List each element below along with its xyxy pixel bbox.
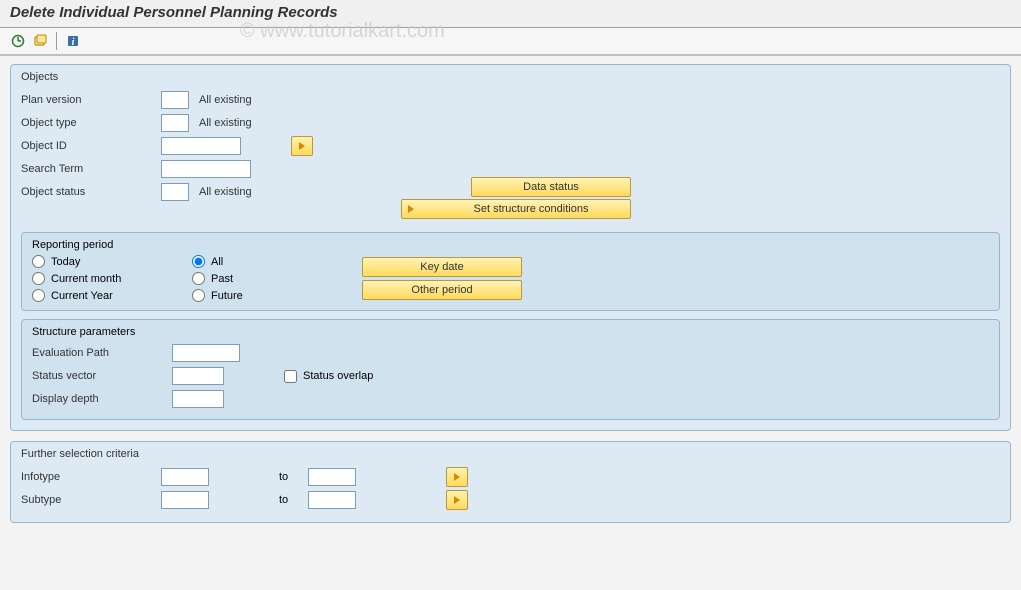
further-selection-group: Further selection criteria Infotype to S… (10, 441, 1011, 523)
objects-group: Objects Plan version All existing Object… (10, 64, 1011, 431)
object-status-input[interactable] (161, 183, 189, 201)
svg-text:i: i (72, 37, 75, 48)
object-id-label: Object ID (21, 140, 161, 152)
plan-version-input[interactable] (161, 91, 189, 109)
data-status-button[interactable]: Data status (471, 177, 631, 197)
status-overlap-checkbox[interactable]: Status overlap (284, 370, 373, 383)
toolbar: i (0, 28, 1021, 56)
plan-version-after: All existing (199, 94, 252, 106)
radio-all[interactable]: All (192, 255, 332, 268)
to-label-2: to (279, 494, 288, 506)
current-year-label: Current Year (51, 290, 113, 302)
object-id-input[interactable] (161, 137, 241, 155)
object-type-input[interactable] (161, 114, 189, 132)
arrow-right-icon (299, 142, 305, 150)
set-structure-label: Set structure conditions (432, 203, 630, 215)
toolbar-separator (56, 32, 57, 50)
set-structure-conditions-button[interactable]: Set structure conditions (401, 199, 631, 219)
object-status-label: Object status (21, 186, 161, 198)
all-label: All (211, 256, 223, 268)
key-date-label: Key date (420, 261, 463, 273)
object-status-after: All existing (199, 186, 252, 198)
search-term-input[interactable] (161, 160, 251, 178)
evaluation-path-label: Evaluation Path (32, 347, 172, 359)
radio-future[interactable]: Future (192, 289, 332, 302)
object-type-after: All existing (199, 117, 252, 129)
info-button[interactable]: i (63, 31, 83, 51)
reporting-period-group: Reporting period Today All Key date Othe… (21, 232, 1000, 311)
execute-button[interactable] (8, 31, 28, 51)
page-title: Delete Individual Personnel Planning Rec… (0, 0, 1021, 28)
current-month-label: Current month (51, 273, 121, 285)
reporting-period-title: Reporting period (32, 239, 989, 251)
data-status-label: Data status (523, 181, 579, 193)
radio-past[interactable]: Past (192, 272, 332, 285)
object-type-label: Object type (21, 117, 161, 129)
subtype-from-input[interactable] (161, 491, 209, 509)
other-period-button[interactable]: Other period (362, 280, 522, 300)
object-id-multiselect-button[interactable] (291, 136, 313, 156)
variant-button[interactable] (30, 31, 50, 51)
radio-current-month[interactable]: Current month (32, 272, 192, 285)
display-depth-label: Display depth (32, 393, 172, 405)
infotype-to-input[interactable] (308, 468, 356, 486)
past-label: Past (211, 273, 233, 285)
status-vector-label: Status vector (32, 370, 172, 382)
arrow-right-icon (408, 205, 414, 213)
display-depth-input[interactable] (172, 390, 224, 408)
radio-today[interactable]: Today (32, 255, 192, 268)
future-label: Future (211, 290, 243, 302)
status-vector-input[interactable] (172, 367, 224, 385)
arrow-right-icon (454, 473, 460, 481)
infotype-from-input[interactable] (161, 468, 209, 486)
other-period-label: Other period (411, 284, 472, 296)
structure-parameters-title: Structure parameters (32, 326, 989, 338)
further-selection-title: Further selection criteria (21, 448, 1000, 460)
infotype-multiselect-button[interactable] (446, 467, 468, 487)
to-label-1: to (279, 471, 288, 483)
radio-current-year[interactable]: Current Year (32, 289, 192, 302)
objects-title: Objects (21, 71, 1000, 83)
key-date-button[interactable]: Key date (362, 257, 522, 277)
structure-parameters-group: Structure parameters Evaluation Path Sta… (21, 319, 1000, 420)
evaluation-path-input[interactable] (172, 344, 240, 362)
search-term-label: Search Term (21, 163, 161, 175)
subtype-multiselect-button[interactable] (446, 490, 468, 510)
arrow-right-icon (454, 496, 460, 504)
subtype-label: Subtype (21, 494, 161, 506)
subtype-to-input[interactable] (308, 491, 356, 509)
today-label: Today (51, 256, 80, 268)
infotype-label: Infotype (21, 471, 161, 483)
status-overlap-label: Status overlap (303, 370, 373, 382)
plan-version-label: Plan version (21, 94, 161, 106)
